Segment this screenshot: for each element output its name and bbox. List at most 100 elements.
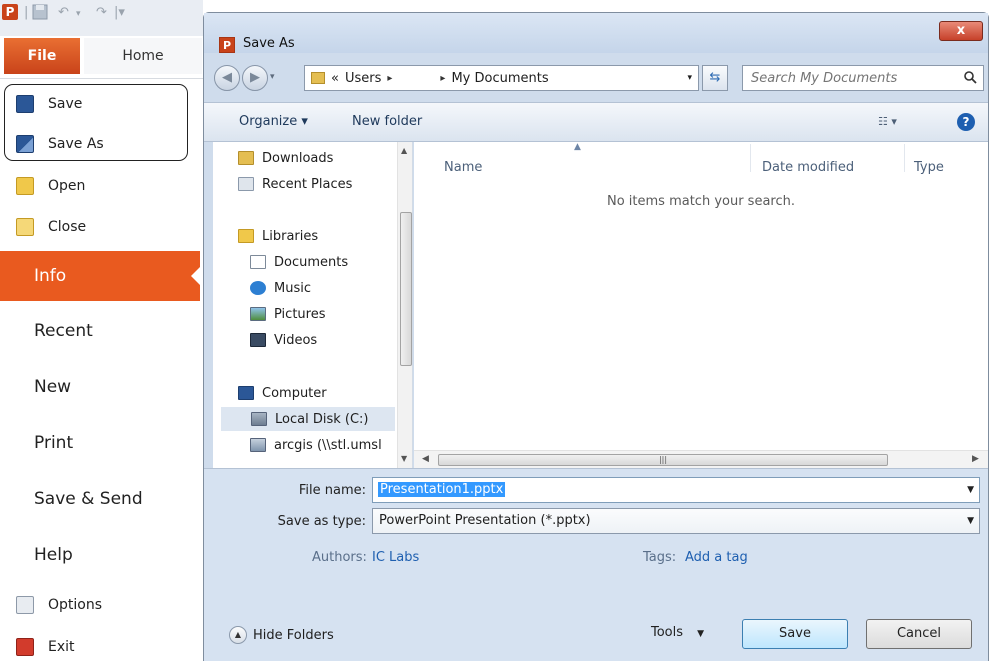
file-list[interactable]: Name ▲ Date modified Type No items match…	[414, 142, 988, 468]
section-help[interactable]: Help	[0, 530, 200, 580]
column-separator[interactable]	[904, 144, 905, 172]
tags-label: Tags:	[643, 550, 677, 565]
search-input[interactable]	[751, 69, 951, 87]
cancel-button[interactable]: Cancel	[866, 619, 972, 649]
scroll-left-icon[interactable]: ◀	[422, 454, 429, 464]
scrollbar-thumb[interactable]: |||	[438, 454, 888, 466]
nav-item-arcgis[interactable]: arcgis (\\stl.umsl	[250, 433, 382, 457]
nav-item-music[interactable]: Music	[250, 276, 311, 300]
section-print[interactable]: Print	[0, 418, 200, 468]
scroll-right-icon[interactable]: ▶	[972, 454, 979, 464]
exit-command[interactable]: Exit	[0, 627, 200, 661]
file-name-value[interactable]: Presentation1.pptx	[378, 482, 506, 497]
music-icon	[250, 281, 266, 295]
empty-list-message: No items match your search.	[606, 194, 795, 209]
forward-button[interactable]: ▶	[242, 65, 268, 91]
search-box[interactable]	[742, 65, 984, 91]
tab-home[interactable]: Home	[84, 38, 202, 74]
exit-icon	[16, 638, 34, 656]
section-recent[interactable]: Recent	[0, 306, 200, 356]
nav-item-documents[interactable]: Documents	[250, 250, 348, 274]
file-list-horizontal-scrollbar[interactable]: ◀ ||| ▶	[414, 450, 988, 468]
organize-button[interactable]: Organize ▾	[239, 114, 308, 129]
change-view-button[interactable]: ☷ ▾	[878, 115, 918, 131]
tools-button[interactable]: Tools ▼	[651, 625, 704, 640]
close-button[interactable]: x	[939, 21, 983, 41]
save-command[interactable]: Save	[0, 84, 200, 124]
hide-folders-button[interactable]: ▲ Hide Folders	[229, 626, 334, 644]
save-as-icon	[16, 135, 34, 153]
breadcrumb-users[interactable]: Users	[345, 71, 381, 86]
save-as-type-label: Save as type:	[277, 514, 366, 529]
back-button[interactable]: ◀	[214, 65, 240, 91]
file-name-dropdown-icon[interactable]: ▼	[967, 485, 974, 495]
backstage-view: P | ↶ ▾ ↷ |▾ File Home Save Save As Open…	[0, 0, 203, 661]
options-command[interactable]: Options	[0, 585, 200, 625]
section-save-send[interactable]: Save & Send	[0, 474, 200, 524]
save-as-command[interactable]: Save As	[0, 124, 200, 164]
nav-item-pictures[interactable]: Pictures	[250, 302, 325, 326]
address-bar-row: ◀ ▶ ▾ « Users ▸ ▸ My Documents ▾ ⇆	[212, 63, 984, 93]
open-command[interactable]: Open	[0, 166, 200, 206]
breadcrumb-my-documents[interactable]: My Documents	[451, 71, 548, 86]
qat-redo-icon[interactable]: ↷	[96, 5, 107, 20]
column-header-name[interactable]: Name	[444, 160, 482, 175]
tags-value[interactable]: Add a tag	[685, 550, 748, 565]
column-header-date-modified[interactable]: Date modified	[762, 160, 854, 175]
nav-item-label: Recent Places	[262, 176, 353, 192]
section-new[interactable]: New	[0, 362, 200, 412]
navigation-pane[interactable]: Downloads Recent Places Libraries Docume…	[213, 142, 413, 468]
qat-undo-dropdown-icon[interactable]: ▾	[76, 9, 81, 19]
tab-file[interactable]: File	[4, 38, 80, 74]
save-button[interactable]: Save	[742, 619, 848, 649]
section-recent-label: Recent	[34, 321, 93, 341]
breadcrumb[interactable]: « Users ▸ ▸ My Documents ▾	[304, 65, 699, 91]
nav-item-recent-places[interactable]: Recent Places	[238, 172, 352, 196]
nav-item-label: arcgis (\\stl.umsl	[274, 437, 382, 453]
column-header-type[interactable]: Type	[914, 160, 944, 175]
recent-places-icon	[238, 177, 254, 191]
file-name-field[interactable]: Presentation1.pptx ▼	[372, 477, 980, 503]
qat-customize-icon[interactable]: |▾	[114, 5, 125, 20]
folder-icon	[311, 72, 325, 84]
qat-separator-icon: |	[24, 5, 29, 20]
address-dropdown-icon[interactable]: ▾	[687, 73, 692, 83]
breadcrumb-separator-icon[interactable]: ▸	[387, 73, 392, 84]
scroll-down-icon[interactable]: ▼	[401, 454, 407, 463]
scrollbar-thumb[interactable]	[400, 212, 412, 366]
videos-icon	[250, 333, 266, 347]
dialog-titlebar[interactable]: P Save As x	[204, 13, 988, 53]
view-dropdown-icon: ▾	[891, 115, 897, 128]
close-command[interactable]: Close	[0, 207, 200, 247]
column-separator[interactable]	[750, 144, 751, 172]
search-icon[interactable]	[963, 70, 977, 84]
quick-access-toolbar: P | ↶ ▾ ↷ |▾	[0, 0, 203, 36]
qat-undo-icon[interactable]: ↶	[58, 5, 69, 20]
recent-locations-dropdown-icon[interactable]: ▾	[270, 72, 275, 82]
nav-item-libraries[interactable]: Libraries	[238, 224, 318, 248]
close-command-label: Close	[48, 219, 87, 235]
nav-item-computer[interactable]: Computer	[238, 381, 327, 405]
nav-item-label: Computer	[262, 385, 327, 401]
breadcrumb-separator-icon[interactable]: ▸	[440, 73, 445, 84]
navigation-scrollbar[interactable]: ▲ ▼	[397, 142, 412, 468]
new-folder-button[interactable]: New folder	[352, 114, 422, 129]
breadcrumb-overflow[interactable]: «	[331, 71, 339, 86]
hide-folders-label: Hide Folders	[253, 627, 334, 643]
nav-item-downloads[interactable]: Downloads	[238, 146, 333, 170]
libraries-icon	[238, 229, 254, 243]
nav-item-local-disk[interactable]: Local Disk (C:)	[221, 407, 395, 431]
nav-item-label: Downloads	[262, 150, 334, 166]
save-as-type-dropdown-icon[interactable]: ▼	[967, 516, 974, 526]
authors-value[interactable]: IC Labs	[372, 550, 419, 565]
scroll-up-icon[interactable]: ▲	[401, 146, 407, 155]
nav-item-videos[interactable]: Videos	[250, 328, 317, 352]
save-as-type-select[interactable]: PowerPoint Presentation (*.pptx) ▼	[372, 508, 980, 534]
refresh-button[interactable]: ⇆	[702, 65, 728, 91]
qat-save-icon[interactable]	[32, 4, 48, 24]
help-icon[interactable]: ?	[957, 113, 975, 131]
open-folder-icon	[16, 177, 34, 195]
section-info[interactable]: Info	[0, 251, 202, 301]
nav-item-label: Documents	[274, 254, 349, 270]
authors-label: Authors:	[312, 550, 367, 565]
